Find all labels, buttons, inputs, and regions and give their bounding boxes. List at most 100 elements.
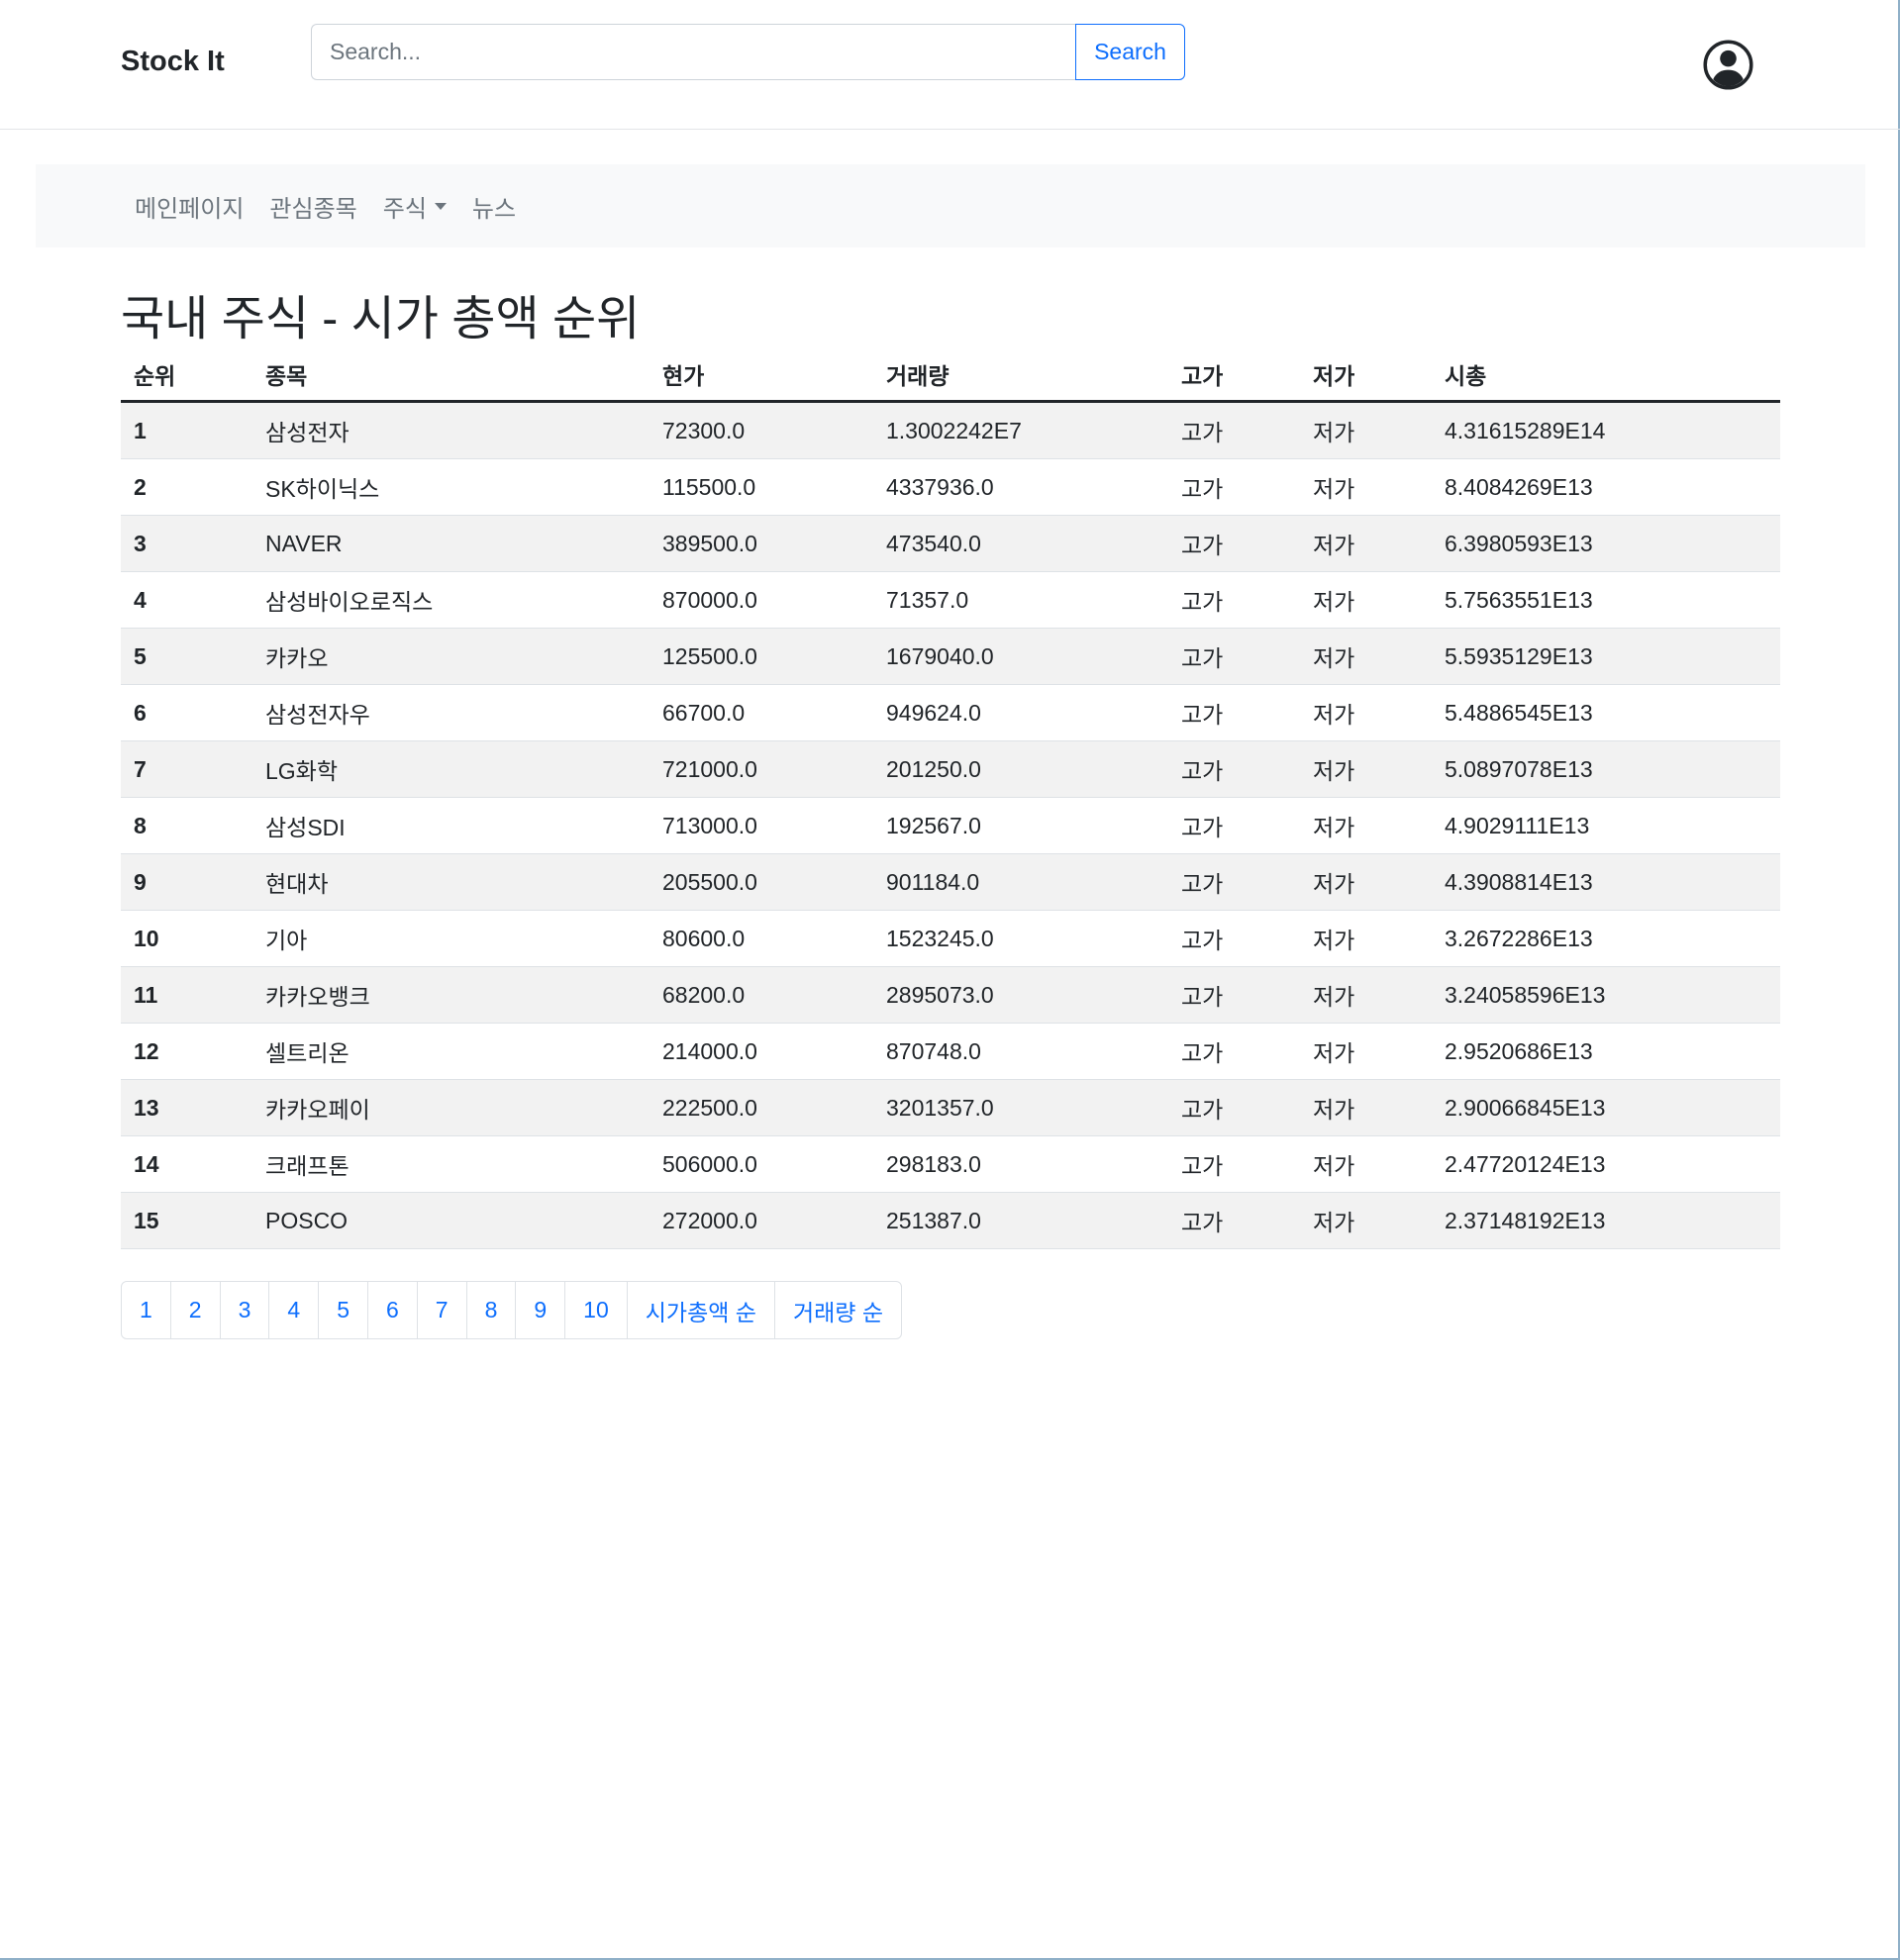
rank-cell: 3	[121, 515, 252, 572]
market-cap-cell: 2.37148192E13	[1432, 1192, 1780, 1249]
high-cell: 고가	[1168, 458, 1300, 516]
stock-name-cell[interactable]: 카카오페이	[252, 1079, 650, 1136]
search-button[interactable]: Search	[1075, 24, 1185, 80]
page-link-5[interactable]: 5	[318, 1282, 367, 1338]
table-row[interactable]: 14 크래프톤 506000.0 298183.0 고가 저가 2.47720124E13	[121, 1135, 1780, 1193]
volume-cell: 201250.0	[873, 740, 1168, 798]
nav-item-news[interactable]: 뉴스	[472, 189, 516, 224]
rank-cell: 8	[121, 797, 252, 854]
market-cap-cell: 5.7563551E13	[1432, 571, 1780, 629]
table-row[interactable]: 4 삼성바이오로직스 870000.0 71357.0 고가 저가 5.7563551E13	[121, 571, 1780, 629]
price-cell: 713000.0	[650, 797, 873, 854]
market-cap-cell: 6.3980593E13	[1432, 515, 1780, 572]
price-cell: 72300.0	[650, 401, 873, 459]
low-cell: 저가	[1300, 797, 1432, 854]
column-header-low: 저가	[1300, 348, 1432, 403]
stock-name-cell[interactable]: 셀트리온	[252, 1023, 650, 1080]
stock-name-cell[interactable]: 기아	[252, 910, 650, 967]
low-cell: 저가	[1300, 515, 1432, 572]
volume-cell: 949624.0	[873, 684, 1168, 741]
page-link-9[interactable]: 9	[515, 1282, 564, 1338]
price-cell: 66700.0	[650, 684, 873, 741]
rank-cell: 12	[121, 1023, 252, 1080]
table-row[interactable]: 5 카카오 125500.0 1679040.0 고가 저가 5.5935129E13	[121, 628, 1780, 685]
stock-name-cell[interactable]: SK하이닉스	[252, 458, 650, 516]
table-row[interactable]: 15 POSCO 272000.0 251387.0 고가 저가 2.37148192E13	[121, 1192, 1780, 1249]
table-row[interactable]: 1 삼성전자 72300.0 1.3002242E7 고가 저가 4.31615289E14	[121, 401, 1780, 459]
table-row[interactable]: 2 SK하이닉스 115500.0 4337936.0 고가 저가 8.4084269E13	[121, 458, 1780, 516]
stock-name-cell[interactable]: 삼성바이오로직스	[252, 571, 650, 629]
market-cap-cell: 5.0897078E13	[1432, 740, 1780, 798]
table-row[interactable]: 8 삼성SDI 713000.0 192567.0 고가 저가 4.9029111E13	[121, 797, 1780, 854]
high-cell: 고가	[1168, 797, 1300, 854]
volume-cell: 1679040.0	[873, 628, 1168, 685]
price-cell: 68200.0	[650, 966, 873, 1024]
table-row[interactable]: 9 현대차 205500.0 901184.0 고가 저가 4.3908814E13	[121, 853, 1780, 911]
volume-cell: 2895073.0	[873, 966, 1168, 1024]
price-cell: 80600.0	[650, 910, 873, 967]
rank-cell: 10	[121, 910, 252, 967]
page-link-10[interactable]: 10	[564, 1282, 627, 1338]
stock-name-cell[interactable]: 크래프톤	[252, 1135, 650, 1193]
table-row[interactable]: 11 카카오뱅크 68200.0 2895073.0 고가 저가 3.24058596E13	[121, 966, 1780, 1024]
nav-item-watchlist[interactable]: 관심종목	[269, 189, 356, 224]
stock-name-cell[interactable]: 삼성전자	[252, 401, 650, 459]
high-cell: 고가	[1168, 966, 1300, 1024]
volume-cell: 251387.0	[873, 1192, 1168, 1249]
price-cell: 389500.0	[650, 515, 873, 572]
high-cell: 고가	[1168, 1135, 1300, 1193]
column-header-volume: 거래량	[873, 348, 1168, 403]
search-input[interactable]	[311, 24, 1075, 80]
price-cell: 870000.0	[650, 571, 873, 629]
sort-by-volume-link[interactable]: 거래량 순	[773, 1282, 901, 1338]
high-cell: 고가	[1168, 571, 1300, 629]
market-cap-cell: 5.4886545E13	[1432, 684, 1780, 741]
page-link-7[interactable]: 7	[416, 1282, 466, 1338]
high-cell: 고가	[1168, 515, 1300, 572]
low-cell: 저가	[1300, 401, 1432, 459]
nav-item-stocks-label: 주식	[382, 195, 427, 223]
page-link-3[interactable]: 3	[219, 1282, 269, 1338]
stock-name-cell[interactable]: NAVER	[252, 515, 650, 572]
table-row[interactable]: 10 기아 80600.0 1523245.0 고가 저가 3.2672286E13	[121, 910, 1780, 967]
page-link-8[interactable]: 8	[465, 1282, 516, 1338]
table-body: 1 삼성전자 72300.0 1.3002242E7 고가 저가 4.31615289E14…	[121, 401, 1780, 1249]
table-row[interactable]: 7 LG화학 721000.0 201250.0 고가 저가 5.0897078E13	[121, 740, 1780, 798]
table-row[interactable]: 12 셀트리온 214000.0 870748.0 고가 저가 2.9520686E13	[121, 1023, 1780, 1080]
stock-name-cell[interactable]: 삼성전자우	[252, 684, 650, 741]
page-link-4[interactable]: 4	[268, 1282, 318, 1338]
stock-name-cell[interactable]: LG화학	[252, 740, 650, 798]
stock-name-cell[interactable]: 삼성SDI	[252, 797, 650, 854]
market-cap-cell: 3.24058596E13	[1432, 966, 1780, 1024]
market-cap-cell: 4.31615289E14	[1432, 401, 1780, 459]
page-link-2[interactable]: 2	[169, 1282, 220, 1338]
brand-logo[interactable]: Stock It	[121, 46, 225, 78]
low-cell: 저가	[1300, 628, 1432, 685]
rank-cell: 5	[121, 628, 252, 685]
stock-name-cell[interactable]: 현대차	[252, 853, 650, 911]
high-cell: 고가	[1168, 1079, 1300, 1136]
page-link-1[interactable]: 1	[122, 1282, 170, 1338]
high-cell: 고가	[1168, 401, 1300, 459]
volume-cell: 298183.0	[873, 1135, 1168, 1193]
volume-cell: 192567.0	[873, 797, 1168, 854]
table-row[interactable]: 13 카카오페이 222500.0 3201357.0 고가 저가 2.90066845E1…	[121, 1079, 1780, 1136]
stock-name-cell[interactable]: 카카오뱅크	[252, 966, 650, 1024]
table-row[interactable]: 6 삼성전자우 66700.0 949624.0 고가 저가 5.4886545E13	[121, 684, 1780, 741]
column-header-rank: 순위	[121, 348, 252, 403]
high-cell: 고가	[1168, 853, 1300, 911]
nav-item-stocks-dropdown[interactable]: 주식	[383, 189, 447, 224]
stock-name-cell[interactable]: POSCO	[252, 1192, 650, 1249]
page-link-6[interactable]: 6	[366, 1282, 417, 1338]
rank-cell: 9	[121, 853, 252, 911]
market-cap-cell: 2.9520686E13	[1432, 1023, 1780, 1080]
rank-cell: 1	[121, 401, 252, 459]
volume-cell: 3201357.0	[873, 1079, 1168, 1136]
nav-item-main[interactable]: 메인페이지	[135, 189, 244, 224]
price-cell: 222500.0	[650, 1079, 873, 1136]
sort-by-market-cap-link[interactable]: 시가총액 순	[626, 1282, 774, 1338]
user-circle-icon[interactable]	[1703, 40, 1753, 90]
market-cap-cell: 3.2672286E13	[1432, 910, 1780, 967]
table-row[interactable]: 3 NAVER 389500.0 473540.0 고가 저가 6.3980593E13	[121, 515, 1780, 572]
stock-name-cell[interactable]: 카카오	[252, 628, 650, 685]
